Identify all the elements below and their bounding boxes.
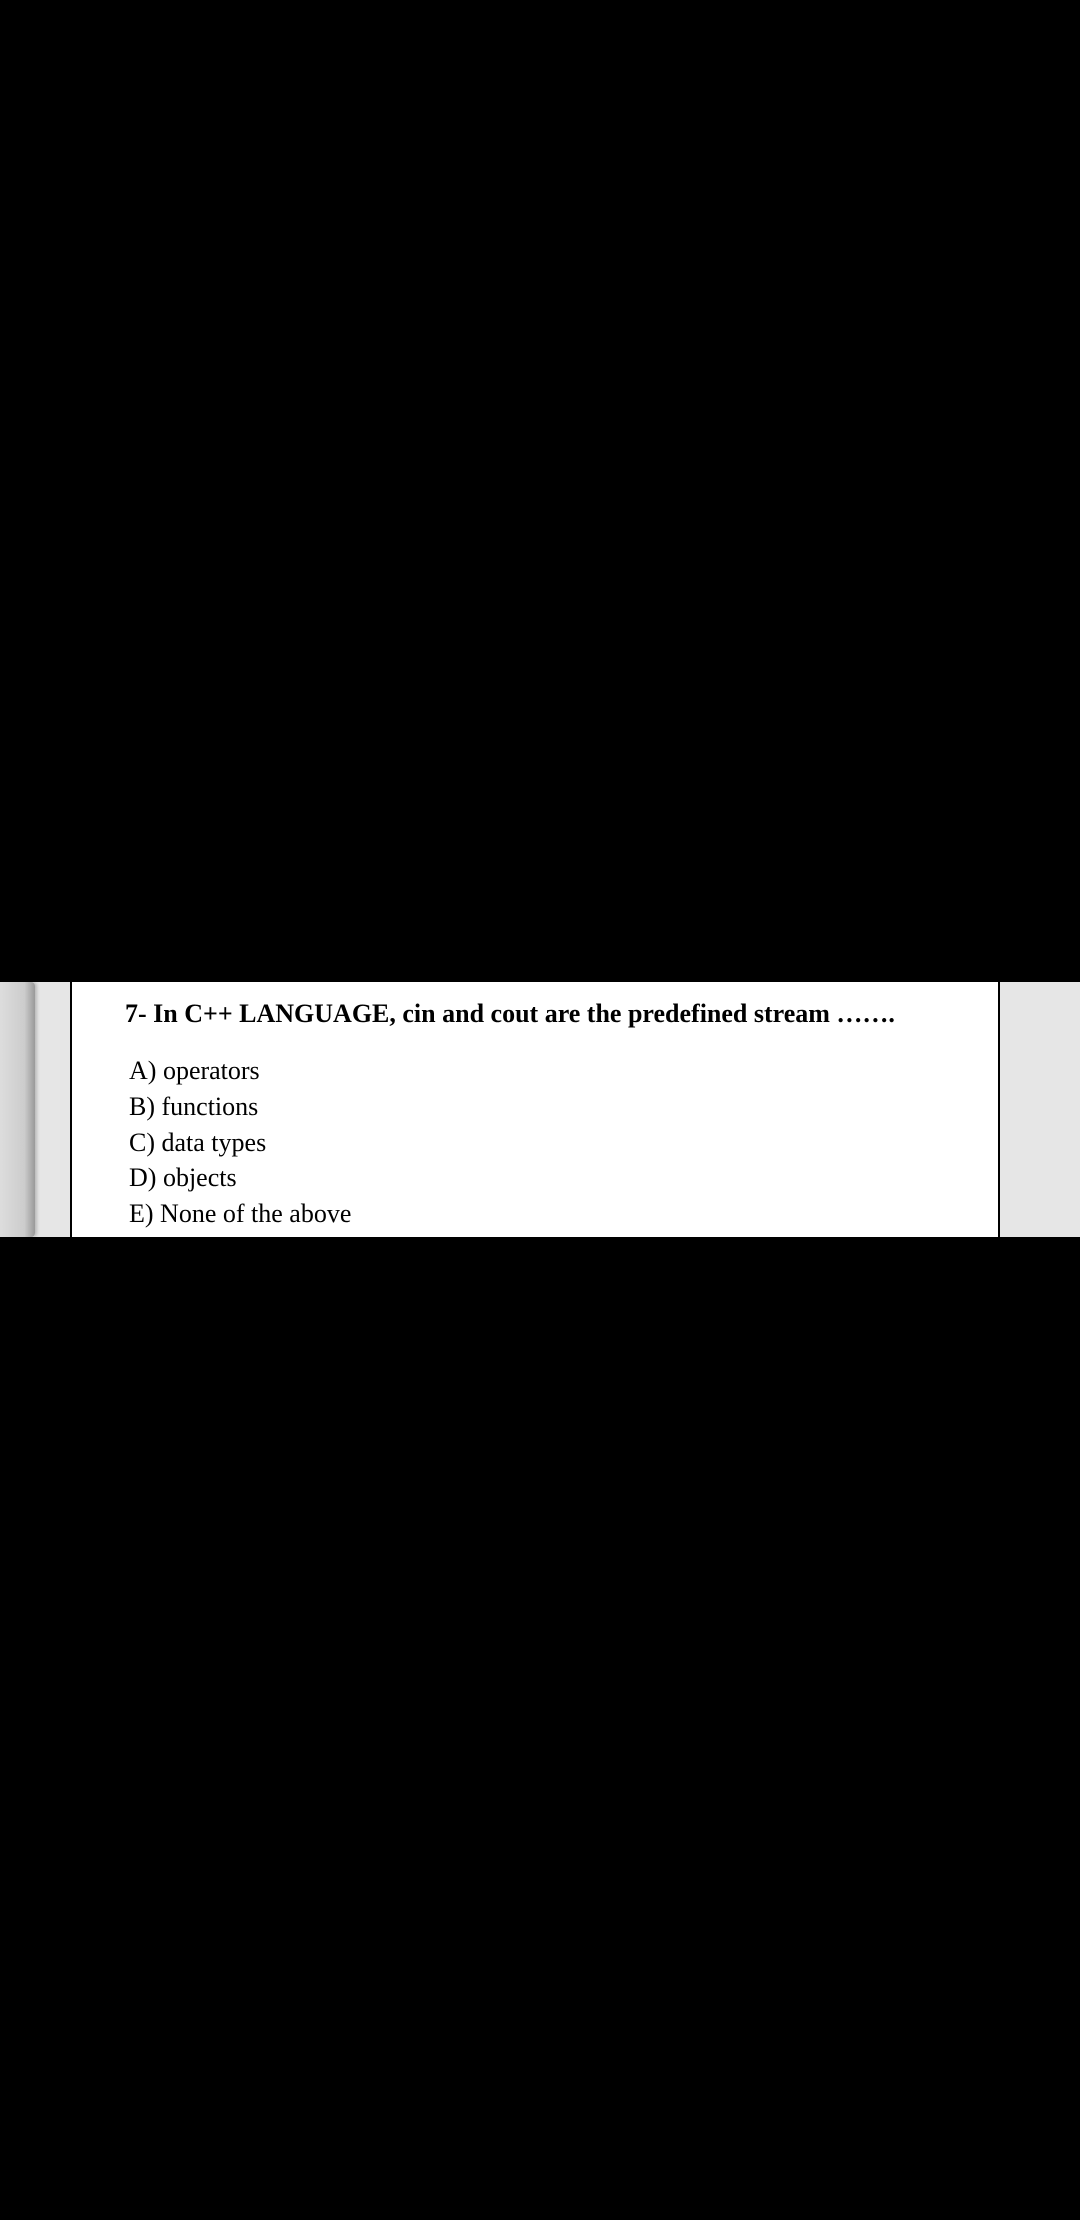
option-text: None of the above: [160, 1199, 351, 1228]
option-d: D) objects: [129, 1160, 945, 1196]
option-letter: D): [129, 1160, 156, 1196]
option-text: functions: [162, 1092, 259, 1121]
option-c: C) data types: [129, 1125, 945, 1161]
option-a: A) operators: [129, 1053, 945, 1089]
answer-options: A) operators B) functions C) data types …: [125, 1053, 945, 1232]
table-border-left: [70, 982, 72, 1237]
option-text: operators: [163, 1056, 260, 1085]
option-text: objects: [163, 1163, 237, 1192]
document-strip: 7- In C++ LANGUAGE, cin and cout are the…: [0, 982, 1080, 1237]
table-border-right: [998, 982, 1000, 1237]
adjacent-page-edge: [0, 982, 35, 1237]
document-row: 7- In C++ LANGUAGE, cin and cout are the…: [0, 982, 1080, 1237]
option-b: B) functions: [129, 1089, 945, 1125]
option-e: E) None of the above: [129, 1196, 945, 1232]
option-text: data types: [162, 1128, 267, 1157]
option-letter: A): [129, 1053, 156, 1089]
page-margin-right: [1045, 982, 1080, 1237]
question-prompt: 7- In C++ LANGUAGE, cin and cout are the…: [125, 997, 945, 1031]
option-letter: C): [129, 1125, 155, 1161]
option-letter: E): [129, 1196, 154, 1232]
question-cell: 7- In C++ LANGUAGE, cin and cout are the…: [70, 982, 1000, 1237]
option-letter: B): [129, 1089, 155, 1125]
question-number: 7-: [125, 999, 147, 1028]
question-body: In C++ LANGUAGE, cin and cout are the pr…: [153, 999, 895, 1028]
